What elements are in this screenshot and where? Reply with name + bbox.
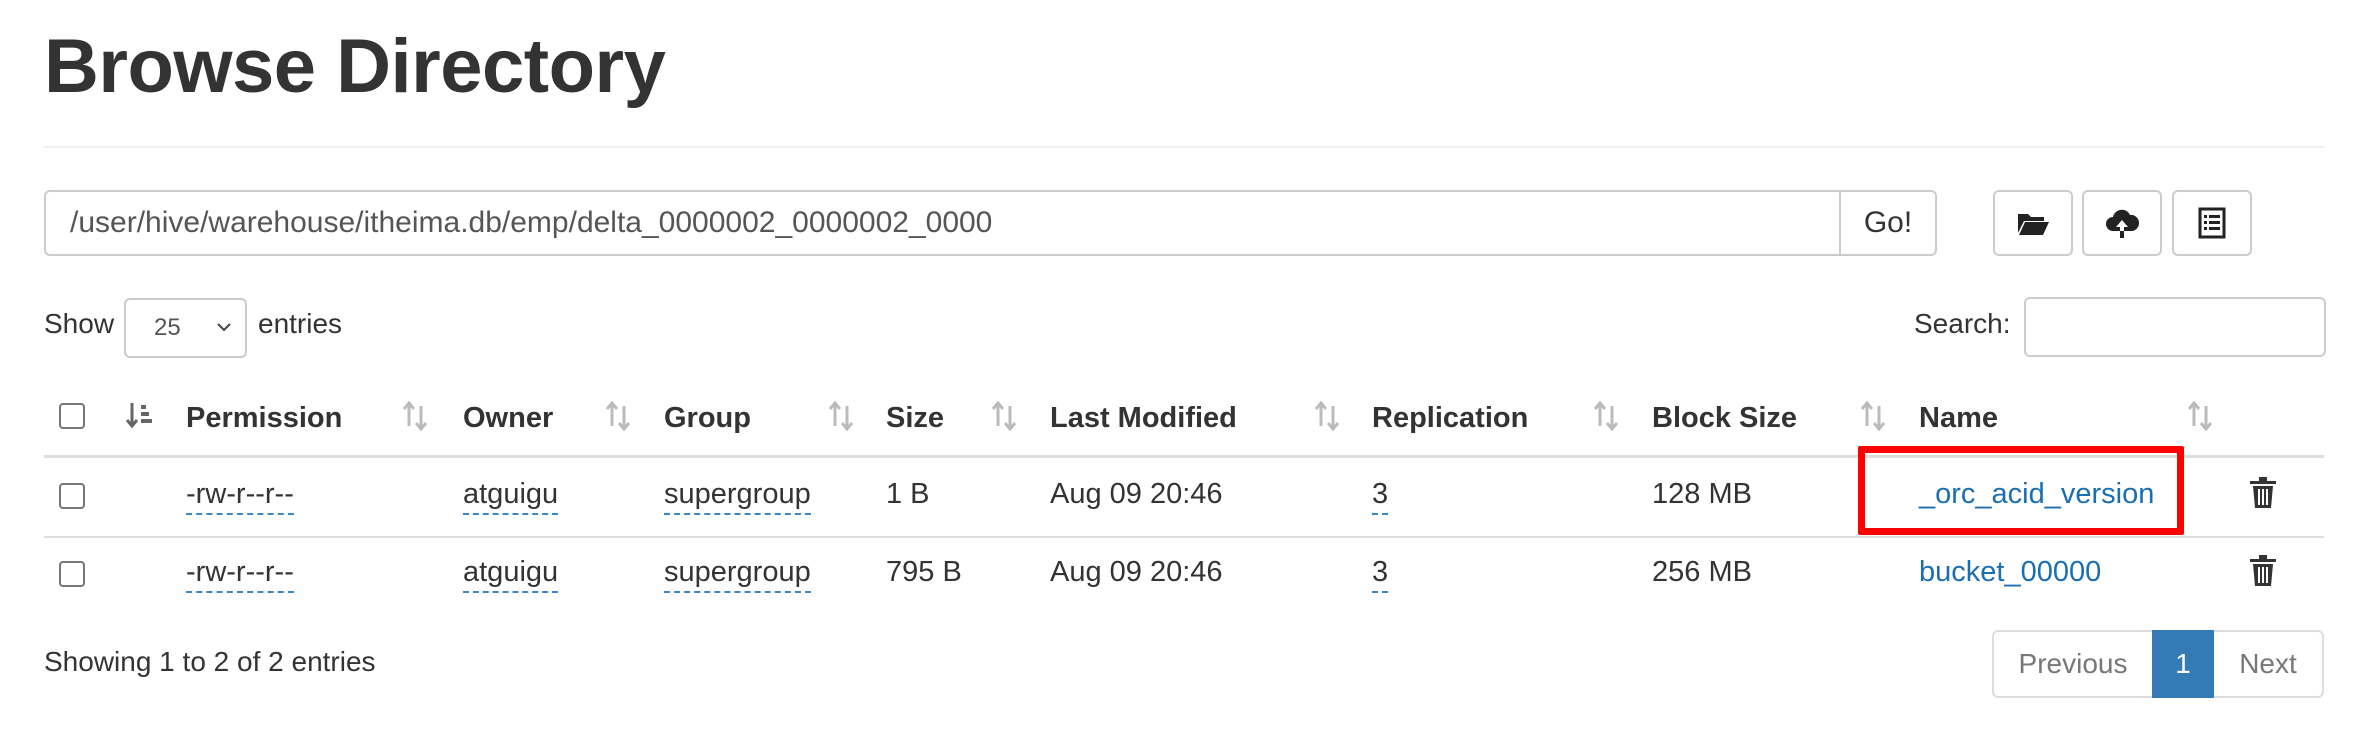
row-checkbox[interactable] bbox=[59, 483, 85, 509]
column-header-name[interactable]: Name bbox=[1919, 402, 1998, 435]
column-header-size[interactable]: Size bbox=[886, 402, 944, 435]
go-button[interactable]: Go! bbox=[1839, 190, 1937, 256]
file-name-link[interactable]: bucket_00000 bbox=[1919, 556, 2101, 589]
chevron-down-icon bbox=[217, 323, 231, 332]
last-modified-cell: Aug 09 20:46 bbox=[1050, 556, 1223, 588]
permission-cell[interactable]: -rw-r--r-- bbox=[186, 478, 294, 515]
row-checkbox[interactable] bbox=[59, 561, 85, 587]
select-all-checkbox[interactable] bbox=[59, 403, 85, 429]
size-cell: 1 B bbox=[886, 478, 930, 510]
cut-paste-list-button[interactable] bbox=[2172, 190, 2252, 256]
block-size-cell: 128 MB bbox=[1652, 478, 1752, 510]
path-bar: Go! bbox=[44, 190, 1937, 256]
path-input[interactable] bbox=[44, 190, 1839, 256]
next-page-button[interactable]: Next bbox=[2214, 630, 2324, 698]
entries-per-page-value: 25 bbox=[154, 314, 181, 341]
group-cell[interactable]: supergroup bbox=[664, 478, 811, 515]
block-size-cell: 256 MB bbox=[1652, 556, 1752, 588]
column-header-replication[interactable]: Replication bbox=[1372, 402, 1528, 435]
entries-per-page-select[interactable]: 25 bbox=[124, 298, 247, 358]
folder-open-icon bbox=[2018, 214, 2049, 235]
sort-icon[interactable] bbox=[2186, 400, 2214, 432]
sort-icon[interactable] bbox=[990, 400, 1018, 432]
list-icon bbox=[2198, 207, 2226, 239]
pagination: Previous 1 Next bbox=[1992, 630, 2324, 698]
current-page-button[interactable]: 1 bbox=[2152, 630, 2214, 698]
sort-icon[interactable] bbox=[1859, 400, 1887, 432]
permission-cell[interactable]: -rw-r--r-- bbox=[186, 556, 294, 593]
search-label: Search: bbox=[1914, 308, 2011, 339]
owner-cell[interactable]: atguigu bbox=[463, 556, 559, 593]
highlight-annotation bbox=[1858, 446, 2184, 535]
row-divider bbox=[44, 536, 2324, 538]
table-info: Showing 1 to 2 of 2 entries bbox=[44, 646, 376, 677]
title-divider bbox=[44, 146, 2324, 148]
sort-icon[interactable] bbox=[1592, 400, 1620, 432]
replication-cell[interactable]: 3 bbox=[1372, 478, 1389, 515]
last-modified-cell: Aug 09 20:46 bbox=[1050, 478, 1223, 510]
search-input[interactable] bbox=[2024, 297, 2326, 357]
upload-button[interactable] bbox=[2082, 190, 2162, 256]
entries-label: entries bbox=[258, 308, 343, 339]
size-cell: 795 B bbox=[886, 556, 962, 588]
previous-page-button[interactable]: Previous bbox=[1992, 630, 2152, 698]
owner-cell[interactable]: atguigu bbox=[463, 478, 559, 515]
sort-icon[interactable] bbox=[401, 400, 429, 432]
sort-icon[interactable] bbox=[1313, 400, 1341, 432]
show-label: Show bbox=[44, 308, 115, 339]
trash-icon[interactable] bbox=[2248, 476, 2278, 510]
column-header-last-modified[interactable]: Last Modified bbox=[1050, 402, 1237, 435]
sort-icon[interactable] bbox=[827, 400, 855, 432]
column-header-owner[interactable]: Owner bbox=[463, 402, 553, 435]
group-cell[interactable]: supergroup bbox=[664, 556, 811, 593]
column-header-permission[interactable]: Permission bbox=[186, 402, 342, 435]
column-header-block-size[interactable]: Block Size bbox=[1652, 402, 1797, 435]
create-directory-button[interactable] bbox=[1993, 190, 2073, 256]
page-title: Browse Directory bbox=[44, 24, 666, 109]
sort-desc-icon[interactable] bbox=[125, 400, 153, 432]
trash-icon[interactable] bbox=[2248, 554, 2278, 588]
replication-cell[interactable]: 3 bbox=[1372, 556, 1389, 593]
cloud-upload-icon bbox=[2106, 209, 2140, 238]
column-header-group[interactable]: Group bbox=[664, 402, 751, 435]
sort-icon[interactable] bbox=[604, 400, 632, 432]
